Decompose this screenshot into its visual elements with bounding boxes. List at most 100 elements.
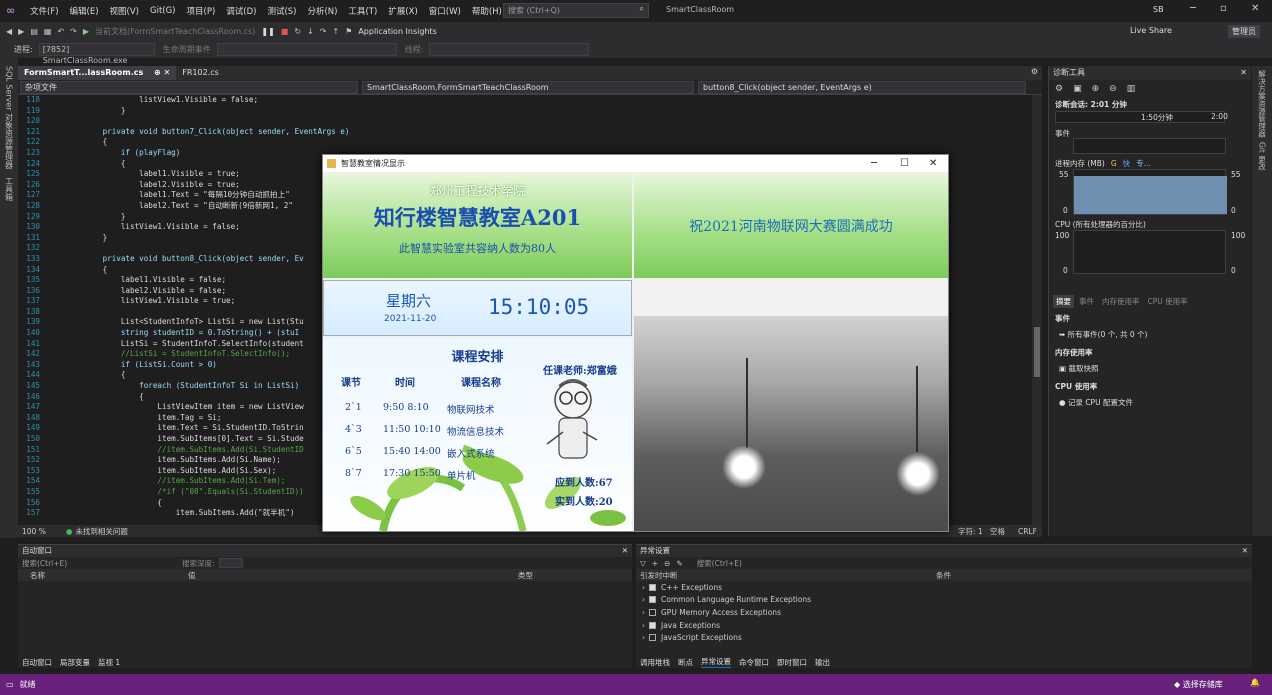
timeline-bar[interactable] [1055, 111, 1225, 123]
events-section[interactable]: 事件 [1055, 128, 1070, 139]
toolbox-tab[interactable]: 工具箱 [4, 177, 15, 201]
tab-command-window[interactable]: 命令窗口 [739, 657, 769, 668]
exc-close-icon[interactable]: ✕ [1242, 545, 1248, 557]
tab-locals[interactable]: 局部变量 [60, 657, 90, 668]
filter-icon[interactable]: ▽ [640, 559, 646, 568]
expand-icon[interactable]: › [642, 621, 645, 630]
exc-row-java[interactable]: › Java Exceptions [642, 619, 1252, 632]
tab-immediate[interactable]: 即时窗口 [777, 657, 807, 668]
expand-icon[interactable]: › [642, 608, 645, 617]
redo-icon[interactable]: ↷ [70, 27, 77, 36]
tab-form-smart[interactable]: FormSmartT...lassRoom.cs ⊕ ✕ [18, 66, 177, 80]
exc-checkbox[interactable] [649, 583, 656, 591]
menu-project[interactable]: 项目(P) [187, 5, 216, 17]
exc-search-input[interactable]: 搜索(Ctrl+E) [697, 558, 742, 569]
vs-logo-icon[interactable]: ∞ [6, 4, 20, 17]
tab-autos[interactable]: 自动窗口 [22, 657, 52, 668]
step-over-icon[interactable]: ↷ [320, 27, 327, 36]
issues-status[interactable]: 未找到相关问题 [75, 526, 128, 537]
code-line[interactable]: 122 { [18, 137, 1032, 148]
app-close-icon[interactable]: ✕ [929, 155, 937, 172]
col-break-when-thrown[interactable]: 引发时中断 [636, 570, 936, 581]
scroll-thumb[interactable] [1034, 327, 1040, 377]
lifecycle-combo[interactable] [216, 42, 397, 56]
restart-icon[interactable]: ↻ [294, 27, 301, 36]
exc-row-js[interactable]: › JavaScript Exceptions [642, 631, 1252, 644]
pause-icon[interactable]: ❚❚ [261, 27, 274, 36]
code-line[interactable]: 119 } [18, 106, 1032, 117]
code-line[interactable]: 120 [18, 116, 1032, 127]
account-badge[interactable]: SB [1153, 5, 1164, 14]
exc-checkbox[interactable] [649, 634, 656, 642]
edit-icon[interactable]: ✎ [676, 559, 682, 568]
exc-checkbox[interactable] [649, 608, 656, 616]
editor-scrollbar[interactable] [1032, 95, 1042, 525]
exc-checkbox[interactable] [649, 621, 656, 629]
minimize-icon[interactable]: ─ [1190, 3, 1196, 14]
autos-search-input[interactable]: 搜索(Ctrl+E) [22, 558, 162, 569]
maximize-icon[interactable]: ▫ [1220, 3, 1227, 14]
menu-git[interactable]: Git(G) [150, 6, 176, 16]
col-conditions[interactable]: 条件 [936, 570, 951, 581]
col-value[interactable]: 值 [188, 570, 518, 581]
menu-file[interactable]: 文件(F) [30, 5, 59, 17]
chart-icon[interactable]: ▥ [1127, 84, 1136, 94]
snapshot-button[interactable]: ▣ 截取快照 [1059, 363, 1098, 374]
back-icon[interactable]: ◀ [6, 27, 12, 36]
tab-call-stack[interactable]: 调用堆栈 [640, 657, 670, 668]
expand-icon[interactable]: › [642, 583, 645, 592]
lifecycle-label[interactable]: 生命周期事件 [163, 44, 211, 55]
memory-section[interactable]: 进程内存 (MB) G 快专... [1055, 158, 1151, 169]
settings-icon[interactable]: ⚙ [1055, 84, 1063, 94]
close-tab-icon[interactable]: ✕ [164, 68, 171, 77]
expand-icon[interactable]: › [642, 633, 645, 642]
depth-combo[interactable] [218, 558, 243, 568]
menu-analyze[interactable]: 分析(N) [307, 5, 337, 17]
step-out-icon[interactable]: ↑ [332, 27, 339, 36]
tab-watch[interactable]: 监视 1 [98, 657, 120, 668]
menu-tools[interactable]: 工具(T) [348, 5, 377, 17]
app-insights-button[interactable]: Application Insights [358, 27, 437, 36]
start-target[interactable]: 当前文档(FormSmartTeachClassRoom.cs) [95, 26, 255, 37]
exc-row-clr[interactable]: › Common Language Runtime Exceptions [642, 594, 1252, 607]
solution-explorer-tab[interactable]: 解决方案资源管理器 [1257, 70, 1268, 138]
tab-events[interactable]: 事件 [1076, 295, 1097, 308]
exc-row-cpp[interactable]: › C++ Exceptions [642, 581, 1252, 594]
tab-settings-icon[interactable]: ⚙ [1031, 67, 1038, 76]
autos-close-icon[interactable]: ✕ [622, 545, 628, 557]
member-combo[interactable]: button8_Click(object sender, EventArgs e… [698, 80, 1026, 94]
menu-edit[interactable]: 编辑(E) [70, 5, 99, 17]
bookmark-icon[interactable]: ⚑ [345, 27, 352, 36]
close-icon[interactable]: ✕ [1251, 3, 1259, 14]
process-combo[interactable]: [7852] SmartClassRoom.exe [38, 42, 155, 65]
new-file-icon[interactable]: ▤ [30, 27, 38, 36]
notification-icon[interactable]: 🔔 [1250, 678, 1260, 687]
code-line[interactable]: 118 listView1.Visible = false; [18, 95, 1032, 106]
expand-icon[interactable]: › [642, 595, 645, 604]
zoom-out-icon[interactable]: ⊖ [1109, 84, 1117, 94]
menu-help[interactable]: 帮助(H) [472, 5, 502, 17]
sql-explorer-tab[interactable]: SQL Server 对象资源管理器 [4, 66, 15, 169]
stop-icon[interactable]: ■ [281, 27, 289, 36]
report-icon[interactable]: ▣ [1073, 84, 1082, 94]
tab-exception-settings[interactable]: 异常设置 [701, 656, 731, 668]
pin-icon[interactable]: ⊕ [154, 68, 161, 77]
tab-breakpoints[interactable]: 断点 [678, 657, 693, 668]
col-name[interactable]: 名称 [18, 570, 188, 581]
remove-icon[interactable]: ⊖ [664, 559, 670, 568]
step-into-icon[interactable]: ↓ [307, 27, 314, 36]
code-line[interactable]: 121 private void button7_Click(object se… [18, 127, 1032, 138]
save-icon[interactable]: ▦ [44, 27, 52, 36]
project-combo[interactable]: 杂项文件 [20, 80, 358, 94]
app-minimize-icon[interactable]: ─ [871, 155, 877, 172]
play-icon[interactable]: ▶ [83, 27, 89, 36]
undo-icon[interactable]: ↶ [57, 27, 64, 36]
app-maximize-icon[interactable]: ☐ [900, 155, 909, 172]
record-cpu-button[interactable]: ● 记录 CPU 配置文件 [1059, 397, 1133, 408]
menu-test[interactable]: 测试(S) [267, 5, 296, 17]
menu-extensions[interactable]: 扩展(X) [388, 5, 417, 17]
tab-output[interactable]: 输出 [815, 657, 830, 668]
eol-mode[interactable]: CRLF [1018, 527, 1037, 536]
tab-memory[interactable]: 内存使用率 [1099, 295, 1143, 308]
repo-selector[interactable]: ◆ 选择存储库 [1174, 679, 1223, 690]
